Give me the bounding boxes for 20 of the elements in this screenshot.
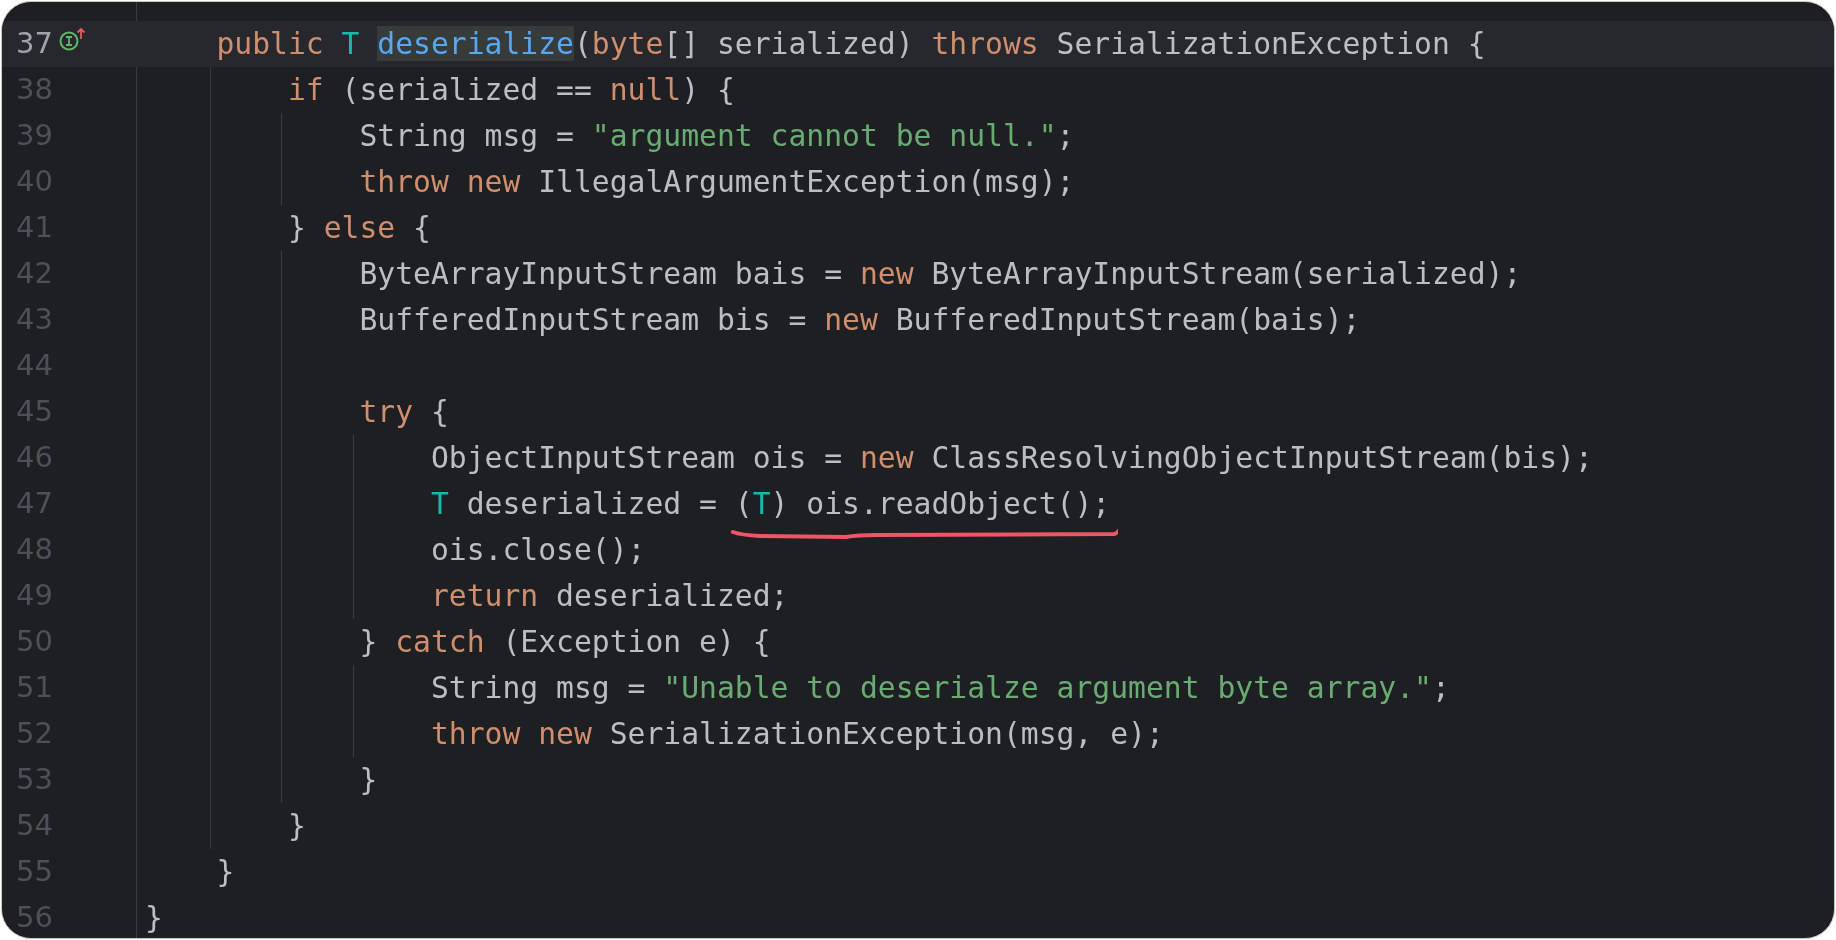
code-line: ByteArrayInputStream bais = new ByteArrayInputStream(serialized); <box>358 255 1522 293</box>
code-line: } <box>287 807 306 845</box>
code-line: T deserialized = (T) ois.readObject(); <box>145 481 1111 527</box>
code-line: ObjectInputStream ois = new ClassResolvingObjectInputStream(bis); <box>429 439 1593 477</box>
code-line: try { <box>358 393 449 431</box>
code-line: ois.close(); <box>429 531 646 569</box>
code-line: throw new SerializationException(msg, e); <box>429 715 1164 753</box>
code-line: } catch (Exception e) { <box>358 623 771 661</box>
code-line: } <box>358 761 378 799</box>
code-line: } else { <box>287 209 431 247</box>
code-line: String msg = "argument cannot be null."; <box>358 117 1075 155</box>
code-line: throw new IllegalArgumentException(msg); <box>358 163 1075 201</box>
code-line: if (serialized == null) { <box>287 71 735 109</box>
code-line: String msg = "Unable to deserialze argument byte array."; <box>429 669 1450 707</box>
code-line: return deserialized; <box>429 577 789 615</box>
code-line: } <box>145 899 163 937</box>
code-line: BufferedInputStream bis = new BufferedInputStream(bais); <box>358 301 1361 339</box>
code-line: } <box>215 853 235 891</box>
line-number: 37 <box>16 25 53 63</box>
code-line: public T deserialize(byte[] serialized) throws SerializationException { <box>215 25 1486 63</box>
